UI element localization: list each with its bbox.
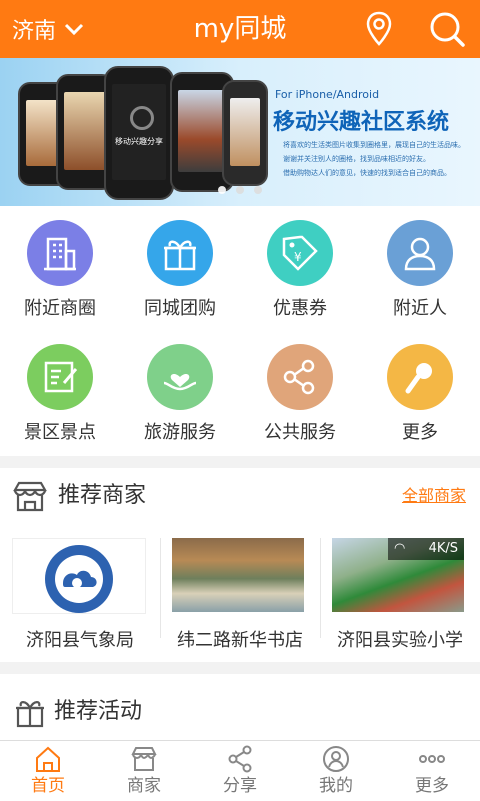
merchant-name: 济阳县实验小学 [337,630,463,651]
section-title: 推荐活动 [54,699,143,724]
tab-label: 商家 [127,776,161,796]
speed-text: 4K/S [428,541,458,556]
share-icon [228,745,252,773]
tab-home[interactable]: 首页 [0,741,96,801]
chevron-down-icon [64,23,84,36]
top-bar: 济南 my同城 [0,0,480,58]
gift-icon [147,220,213,286]
category-grid: 附近商圈 同城团购 ¥ 优惠券 附近人 景区景点 旅游服务 公共服务 更多 [0,206,480,456]
phone-image [222,80,268,186]
note-edit-icon [27,344,93,410]
section-title: 推荐商家 [58,483,147,508]
merchant-image [12,538,146,614]
city-selector[interactable]: 济南 [12,0,84,58]
merchant-name: 济阳县气象局 [26,630,134,651]
tab-mine[interactable]: 我的 [288,741,384,801]
search-button[interactable] [426,8,468,50]
phone-screen-text: 移动兴趣分享 [115,137,163,146]
microphone-icon [387,344,453,410]
user-icon [323,746,349,772]
category-coupons[interactable]: ¥ 优惠券 [240,206,360,330]
category-more[interactable]: 更多 [360,330,480,454]
promo-banner[interactable]: 移动兴趣分享 For iPhone/Android 移动兴趣社区系统 将喜欢的生… [0,58,480,206]
category-label: 景区景点 [24,422,96,443]
location-pin-icon [366,11,392,46]
category-nearby-people[interactable]: 附近人 [360,206,480,330]
category-label: 公共服务 [264,422,336,443]
person-icon [387,220,453,286]
all-merchants-link[interactable]: 全部商家 [402,468,466,524]
wifi-icon: ◠ [394,541,406,556]
gift-icon [16,701,44,728]
location-button[interactable] [358,8,400,50]
tab-more[interactable]: 更多 [384,741,480,801]
section-header: 推荐商家 全部商家 [0,468,480,524]
merchant-image [172,538,304,612]
tab-share[interactable]: 分享 [192,741,288,801]
shop-icon [131,747,157,771]
city-label: 济南 [12,19,57,44]
category-label: 旅游服务 [144,422,216,443]
coupon-tag-icon: ¥ [267,220,333,286]
search-icon [430,12,465,47]
category-scenic-spots[interactable]: 景区景点 [0,330,120,454]
merchant-name: 纬二路新华书店 [177,630,303,651]
heart-hand-icon [147,344,213,410]
category-nearby-business[interactable]: 附近商圈 [0,206,120,330]
network-speed-badge: ◠ 4K/S [388,538,464,560]
tab-merchants[interactable]: 商家 [96,741,192,801]
weather-bureau-logo [13,539,145,613]
bottom-tab-bar: 首页 商家 分享 我的 更多 [0,740,480,801]
recommended-activities-section: 推荐活动 [0,674,480,740]
tab-label: 我的 [319,776,353,796]
merchant-card[interactable]: ◠ 4K/S 济阳县实验小学 [320,538,480,651]
category-travel-service[interactable]: 旅游服务 [120,330,240,454]
share-icon [267,344,333,410]
banner-bullet: 谢谢并关注别人的圈格，找到品味相近的好友。 [283,155,430,163]
carousel-dot[interactable] [236,186,244,194]
category-public-service[interactable]: 公共服务 [240,330,360,454]
phone-image: 移动兴趣分享 [104,66,174,200]
category-group-buy[interactable]: 同城团购 [120,206,240,330]
category-label: 附近人 [393,298,447,319]
carousel-dot[interactable] [218,186,226,194]
category-label: 更多 [402,422,438,443]
category-label: 优惠券 [273,298,327,319]
svg-text:¥: ¥ [294,250,302,264]
section-header: 推荐活动 [0,684,480,740]
banner-subtitle: For iPhone/Android [275,88,380,101]
banner-bullet: 借助购物达人们的意见，快速的找到适合自己的商品。 [283,169,451,177]
shop-icon [13,481,47,512]
carousel-dot[interactable] [254,186,262,194]
banner-title: 移动兴趣社区系统 [273,110,450,135]
tab-label: 更多 [415,776,449,796]
category-label: 附近商圈 [24,298,96,319]
building-icon [27,220,93,286]
tab-label: 分享 [223,776,257,796]
recommended-merchants-section: 推荐商家 全部商家 济阳县气象局 纬二路新华书店 ◠ 4K/S 济阳县实验小学 [0,468,480,662]
home-icon [36,746,60,772]
category-label: 同城团购 [144,298,216,319]
more-dots-icon [419,755,445,763]
tab-label: 首页 [31,776,65,796]
merchant-image: ◠ 4K/S [332,538,464,612]
banner-bullet: 将喜欢的生活类图片收集到圈格里，展现自己的生活品味。 [283,141,465,149]
merchant-card[interactable]: 纬二路新华书店 [160,538,320,651]
merchant-card[interactable]: 济阳县气象局 [0,538,160,651]
